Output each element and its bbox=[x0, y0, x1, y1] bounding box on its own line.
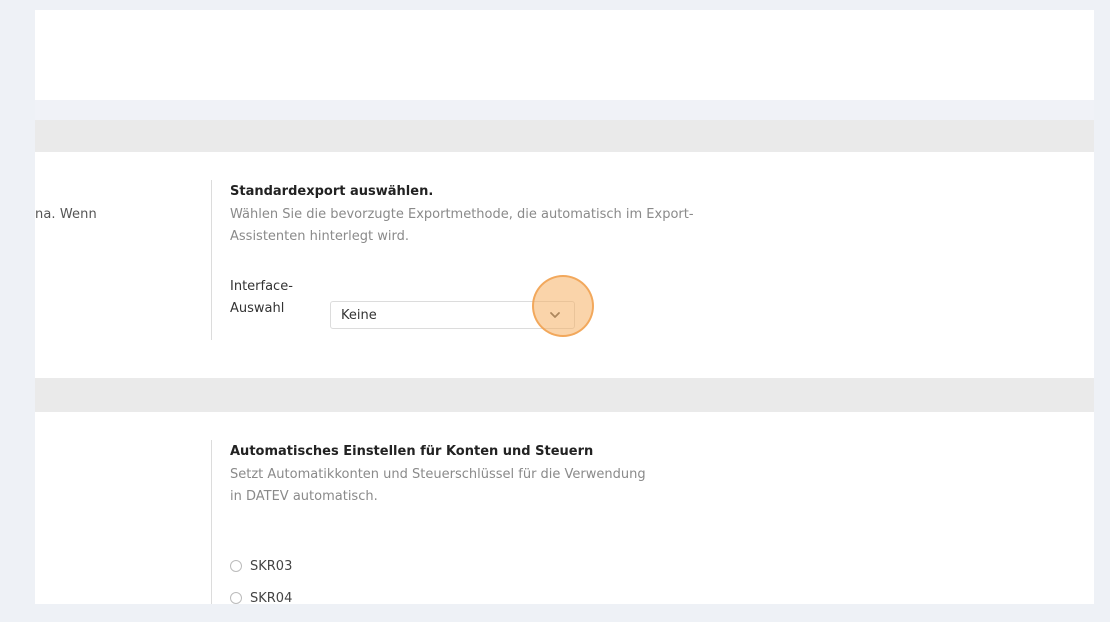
panel-gap bbox=[35, 100, 1094, 120]
radio-button[interactable] bbox=[230, 560, 242, 572]
radio-option-skr04[interactable]: SKR04 bbox=[230, 589, 292, 604]
settings-frame: na. Wenn Standardexport auswählen. Wähle… bbox=[35, 10, 1094, 604]
radio-option-skr03[interactable]: SKR03 bbox=[230, 557, 292, 575]
section-divider bbox=[211, 180, 212, 340]
standard-export-description: Wählen Sie die bevorzugte Exportmethode,… bbox=[230, 207, 694, 244]
interface-select-value: Keine bbox=[341, 308, 377, 323]
chevron-down-icon[interactable] bbox=[548, 308, 562, 322]
auto-settings-description: Setzt Automatikkonten und Steuerschlüsse… bbox=[230, 467, 646, 504]
left-description-snippet: na. Wenn bbox=[35, 207, 97, 222]
interface-label: Interface-Auswahl bbox=[230, 279, 293, 316]
section-auto-settings: Automatisches Einstellen für Konten und … bbox=[35, 412, 1094, 604]
standard-export-title: Standardexport auswählen. bbox=[230, 184, 434, 199]
radio-label: SKR03 bbox=[250, 558, 293, 574]
interface-selection-row: Interface-Auswahl Keine bbox=[230, 276, 630, 336]
section-divider bbox=[211, 440, 212, 604]
standard-export-content: Standardexport auswählen. Wählen Sie die… bbox=[230, 184, 750, 329]
auto-settings-content: Automatisches Einstellen für Konten und … bbox=[230, 444, 660, 604]
section-header-export bbox=[35, 120, 1094, 152]
section-header-auto bbox=[35, 378, 1094, 412]
section-standard-export: na. Wenn Standardexport auswählen. Wähle… bbox=[35, 152, 1094, 378]
interface-select[interactable]: Keine bbox=[330, 301, 575, 329]
top-panel bbox=[35, 10, 1094, 100]
radio-label: SKR04 bbox=[250, 590, 293, 605]
radio-button[interactable] bbox=[230, 592, 242, 604]
auto-settings-title: Automatisches Einstellen für Konten und … bbox=[230, 444, 594, 459]
